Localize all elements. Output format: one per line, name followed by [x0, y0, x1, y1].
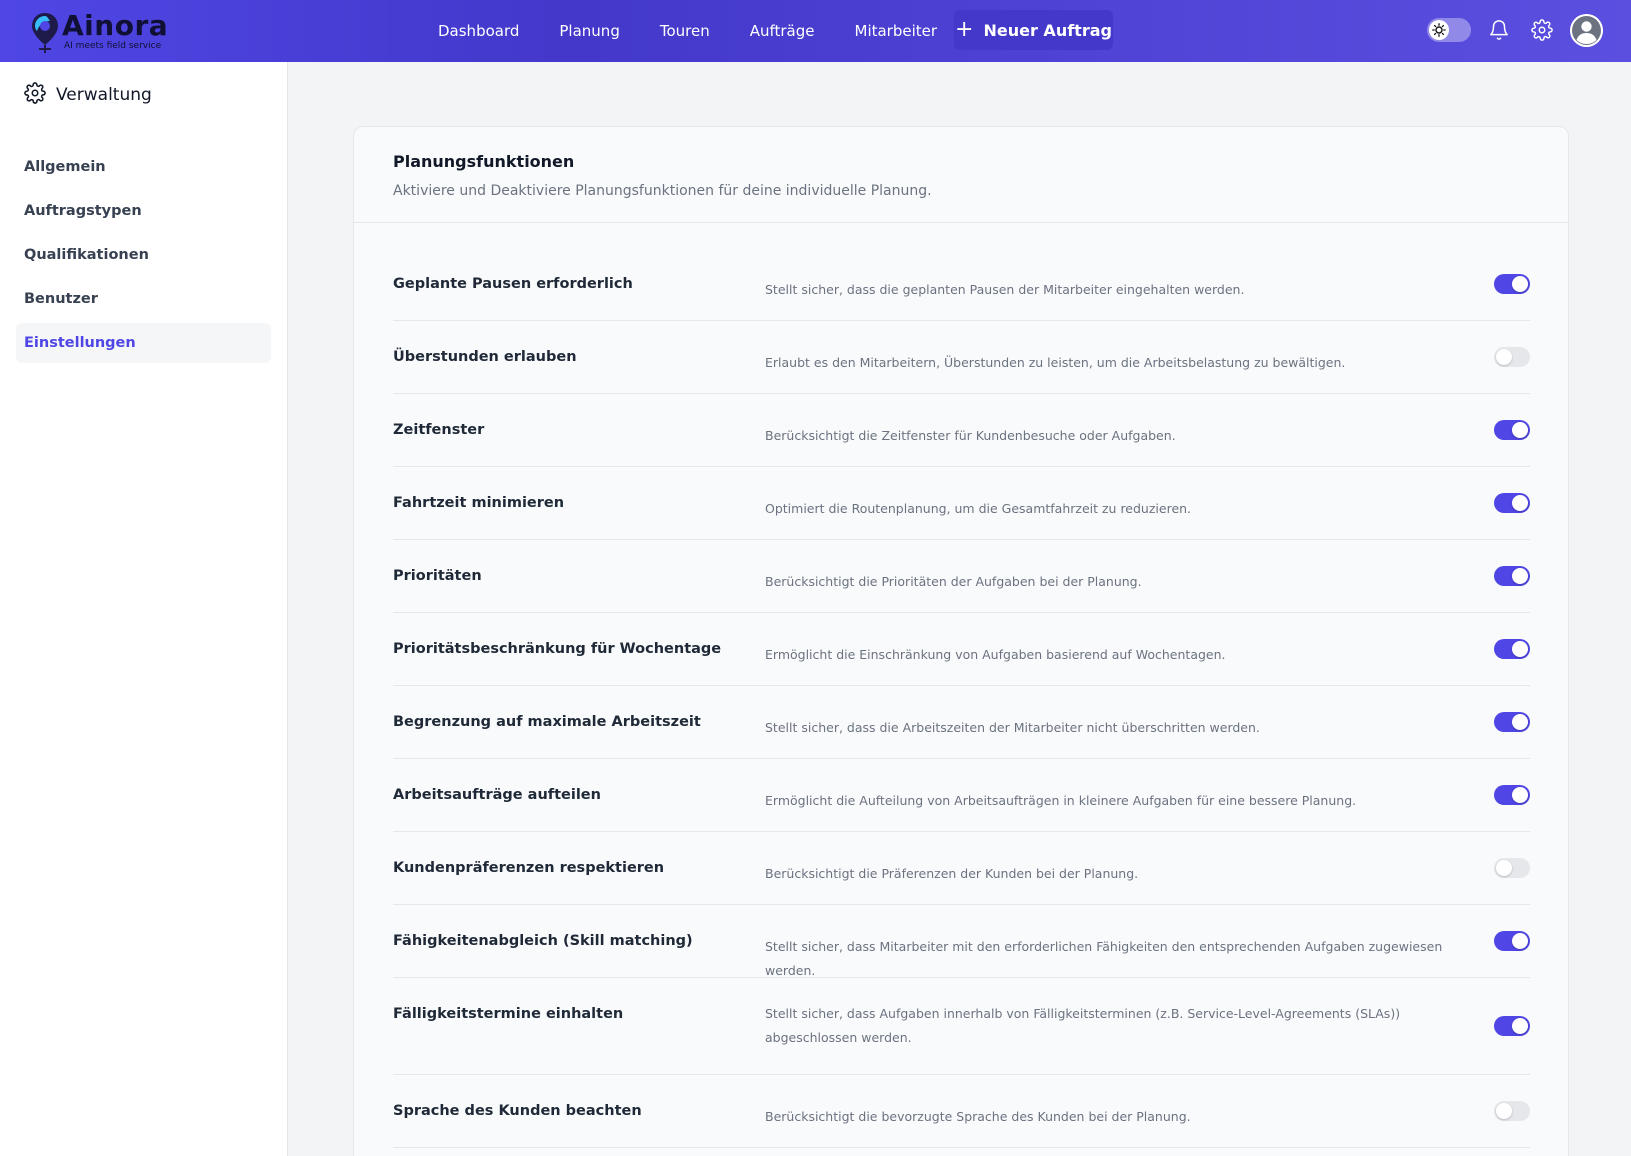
- plus-icon: +: [955, 17, 974, 42]
- brand-tagline: AI meets field service: [64, 40, 162, 51]
- setting-toggle-switch[interactable]: [1494, 785, 1530, 805]
- section-subtitle: Aktiviere und Deaktiviere Planungsfunkti…: [393, 183, 932, 199]
- nav-planung[interactable]: Planung: [559, 22, 619, 40]
- toggle-knob: [1512, 933, 1528, 949]
- setting-description: Erlaubt es den Mitarbeitern, Überstunden…: [765, 355, 1346, 370]
- gear-icon[interactable]: [1527, 15, 1557, 45]
- setting-toggle-switch[interactable]: [1494, 712, 1530, 732]
- brand-name: Ainora: [62, 8, 169, 42]
- setting-row: Arbeitsaufträge aufteilen Ermöglicht die …: [393, 759, 1530, 832]
- toggle-knob: [1512, 641, 1528, 657]
- setting-label: Zeitfenster: [393, 422, 485, 438]
- card-header: Planungsfunktionen Aktiviere und Deaktiv…: [354, 127, 1568, 223]
- setting-description: Ermöglicht die Einschränkung von Aufgabe…: [765, 647, 1226, 662]
- setting-description: Stellt sicher, dass die Arbeitszeiten de…: [765, 720, 1260, 735]
- setting-description: Berücksichtigt die Prioritäten der Aufga…: [765, 574, 1142, 589]
- planning-settings-card: Planungsfunktionen Aktiviere und Deaktiv…: [353, 126, 1569, 1156]
- new-order-button[interactable]: + Neuer Auftrag: [954, 10, 1113, 50]
- setting-label: Kundenpräferenzen respektieren: [393, 860, 665, 876]
- setting-toggle-switch[interactable]: [1494, 420, 1530, 440]
- bell-icon[interactable]: [1484, 15, 1514, 45]
- setting-label: Fähigkeitenabgleich (Skill matching): [393, 933, 693, 949]
- gear-icon: [24, 82, 46, 108]
- setting-label: Prioritäten: [393, 568, 482, 584]
- setting-toggle-switch[interactable]: [1494, 1101, 1530, 1121]
- settings-list: Geplante Pausen erforderlich Stellt siche…: [393, 224, 1530, 1148]
- setting-toggle-switch[interactable]: [1494, 639, 1530, 659]
- sidebar-item-allgemein[interactable]: Allgemein: [16, 147, 271, 187]
- setting-label: Geplante Pausen erforderlich: [393, 276, 633, 292]
- setting-toggle-switch[interactable]: [1494, 1016, 1530, 1036]
- section-title: Planungsfunktionen: [393, 152, 575, 171]
- main-nav: Dashboard Planung Touren Aufträge Mitarb…: [438, 0, 977, 62]
- sidebar-header: Verwaltung: [24, 82, 152, 108]
- setting-label: Fälligkeitstermine einhalten: [393, 1006, 624, 1022]
- nav-auftraege[interactable]: Aufträge: [750, 22, 815, 40]
- setting-row: Sprache des Kunden beachten Berücksichtig…: [393, 1075, 1530, 1148]
- setting-label: Fahrtzeit minimieren: [393, 495, 565, 511]
- setting-label: Prioritätsbeschränkung für Wochentage: [393, 641, 722, 657]
- setting-toggle-switch[interactable]: [1494, 347, 1530, 367]
- nav-dashboard[interactable]: Dashboard: [438, 22, 519, 40]
- sidebar-item-einstellungen[interactable]: Einstellungen: [16, 323, 271, 363]
- sidebar-item-benutzer[interactable]: Benutzer: [16, 279, 271, 319]
- setting-row: Begrenzung auf maximale Arbeitszeit Stell…: [393, 686, 1530, 759]
- setting-row: Prioritäten Berücksichtigt die Prioritäte…: [393, 540, 1530, 613]
- setting-description: Ermöglicht die Aufteilung von Arbeitsauf…: [765, 793, 1357, 808]
- setting-description: Stellt sicher, dass Mitarbeiter mit den …: [765, 939, 1443, 978]
- sidebar-title: Verwaltung: [56, 85, 152, 105]
- setting-label: Sprache des Kunden beachten: [393, 1103, 642, 1119]
- toggle-knob: [1512, 495, 1528, 511]
- sidebar-item-qualifikationen[interactable]: Qualifikationen: [16, 235, 271, 275]
- nav-mitarbeiter[interactable]: Mitarbeiter: [855, 22, 938, 40]
- setting-row: Zeitfenster Berücksichtigt die Zeitfenste…: [393, 394, 1530, 467]
- toggle-knob: [1496, 1103, 1512, 1119]
- nav-touren[interactable]: Touren: [660, 22, 710, 40]
- setting-label: Überstunden erlauben: [393, 349, 577, 365]
- setting-toggle-switch[interactable]: [1494, 858, 1530, 878]
- setting-toggle-switch[interactable]: [1494, 566, 1530, 586]
- setting-description: Berücksichtigt die bevorzugte Sprache de…: [765, 1109, 1191, 1124]
- setting-row: Geplante Pausen erforderlich Stellt siche…: [393, 224, 1530, 321]
- toggle-knob: [1496, 860, 1512, 876]
- sidebar-item-auftragstypen[interactable]: Auftragstypen: [16, 191, 271, 231]
- toggle-knob: [1512, 787, 1528, 803]
- toggle-knob: [1512, 714, 1528, 730]
- setting-row: Fälligkeitstermine einhalten Stellt siche…: [393, 978, 1530, 1075]
- setting-description: Stellt sicher, dass die geplanten Pausen…: [765, 282, 1245, 297]
- setting-row: Fahrtzeit minimieren Optimiert die Routen…: [393, 467, 1530, 540]
- setting-row: Überstunden erlauben Erlaubt es den Mitar…: [393, 321, 1530, 394]
- setting-description: Optimiert die Routenplanung, um die Gesa…: [765, 501, 1192, 516]
- setting-description: Berücksichtigt die Zeitfenster für Kunde…: [765, 428, 1176, 443]
- setting-toggle-switch[interactable]: [1494, 274, 1530, 294]
- setting-row: Prioritätsbeschränkung für Wochentage Erm…: [393, 613, 1530, 686]
- toggle-knob: [1512, 1018, 1528, 1034]
- user-avatar-icon[interactable]: [1570, 14, 1603, 47]
- toggle-knob: [1512, 276, 1528, 292]
- setting-row: Fähigkeitenabgleich (Skill matching) Stel…: [393, 905, 1530, 978]
- setting-toggle-switch[interactable]: [1494, 493, 1530, 513]
- new-order-label: Neuer Auftrag: [983, 20, 1112, 40]
- toggle-knob: [1512, 568, 1528, 584]
- setting-row: Kundenpräferenzen respektieren Berücksich…: [393, 832, 1530, 905]
- theme-toggle[interactable]: [1427, 18, 1471, 42]
- ainora-logo[interactable]: Ainora AI meets field service: [30, 8, 168, 54]
- setting-description: Stellt sicher, dass Aufgaben innerhalb v…: [765, 1006, 1401, 1045]
- logo-pin-icon: [30, 11, 60, 53]
- sidebar: Verwaltung Allgemein Auftragstypen Quali…: [0, 62, 288, 1156]
- sun-icon: [1429, 20, 1449, 40]
- toggle-knob: [1512, 422, 1528, 438]
- setting-description: Berücksichtigt die Präferenzen der Kunde…: [765, 866, 1139, 881]
- setting-label: Arbeitsaufträge aufteilen: [393, 787, 601, 803]
- setting-toggle-switch[interactable]: [1494, 931, 1530, 951]
- top-navigation-bar: Ainora AI meets field service Dashboard …: [0, 0, 1631, 62]
- toggle-knob: [1496, 349, 1512, 365]
- setting-label: Begrenzung auf maximale Arbeitszeit: [393, 714, 701, 730]
